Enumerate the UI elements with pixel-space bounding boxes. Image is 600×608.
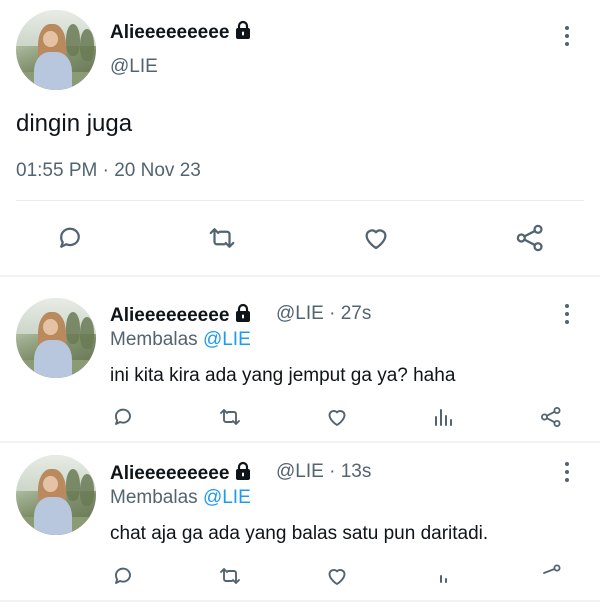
- analytics-button[interactable]: [428, 562, 458, 590]
- lock-icon: [236, 461, 251, 480]
- display-name[interactable]: Alieeeeeeeee: [110, 20, 252, 44]
- retweet-icon: [209, 228, 235, 248]
- like-icon: [328, 569, 346, 585]
- timestamp[interactable]: 01:55 PM · 20 Nov 23: [16, 160, 201, 182]
- tweet-text: ini kita kira ada yang jemput ga ya? hah…: [110, 365, 456, 386]
- display-name-text: Alieeeeeeeee: [110, 463, 230, 484]
- reply-icon: [60, 227, 80, 248]
- more-icon[interactable]: [557, 302, 577, 326]
- mention-link[interactable]: @LIE: [203, 329, 251, 350]
- display-name[interactable]: Alieeeeeeeee: [110, 303, 252, 327]
- handle[interactable]: @LIE: [110, 56, 158, 78]
- lock-icon: [236, 303, 251, 322]
- lock-icon: [236, 20, 251, 39]
- analytics-icon: [435, 409, 452, 426]
- replying-to-label: Membalas: [110, 329, 198, 350]
- analytics-button[interactable]: [428, 403, 458, 431]
- like-button[interactable]: [356, 220, 396, 256]
- like-icon: [365, 229, 387, 250]
- analytics-icon: [440, 575, 447, 583]
- retweet-button[interactable]: [214, 562, 246, 590]
- replying-to: Membalas @LIE: [110, 329, 251, 351]
- divider: [0, 441, 600, 443]
- retweet-button[interactable]: [200, 220, 244, 256]
- reply-icon: [115, 408, 131, 425]
- handle-and-time[interactable]: @LIE · 27s: [276, 303, 371, 325]
- replying-to-label: Membalas: [110, 487, 198, 508]
- reply-icon: [115, 567, 131, 584]
- like-button[interactable]: [322, 562, 352, 590]
- retweet-icon: [220, 409, 240, 425]
- divider: [16, 200, 584, 201]
- divider: [0, 600, 600, 602]
- share-icon: [541, 407, 561, 427]
- share-button[interactable]: [510, 220, 550, 256]
- reply-button[interactable]: [50, 220, 90, 256]
- replying-to: Membalas @LIE: [110, 487, 251, 509]
- share-button[interactable]: [536, 403, 566, 431]
- share-icon: [516, 224, 543, 252]
- tweet-text: chat aja ga ada yang balas satu pun dari…: [110, 523, 489, 544]
- share-button[interactable]: [536, 558, 566, 586]
- retweet-button[interactable]: [214, 403, 246, 431]
- display-name-text: Alieeeeeeeee: [110, 22, 230, 43]
- reply-button[interactable]: [108, 403, 138, 431]
- handle-and-time[interactable]: @LIE · 13s: [276, 461, 371, 483]
- avatar[interactable]: [16, 298, 96, 378]
- tweet-text: dingin juga: [16, 110, 133, 137]
- mention-link[interactable]: @LIE: [203, 487, 251, 508]
- more-icon[interactable]: [557, 24, 577, 48]
- like-button[interactable]: [322, 403, 352, 431]
- divider: [0, 275, 600, 277]
- display-name-text: Alieeeeeeeee: [110, 305, 230, 326]
- reply-button[interactable]: [108, 562, 138, 590]
- retweet-icon: [220, 568, 240, 584]
- more-icon[interactable]: [557, 460, 577, 484]
- share-icon: [543, 564, 561, 574]
- avatar[interactable]: [16, 10, 96, 90]
- like-icon: [328, 410, 346, 426]
- avatar[interactable]: [16, 455, 96, 535]
- display-name[interactable]: Alieeeeeeeee: [110, 461, 252, 485]
